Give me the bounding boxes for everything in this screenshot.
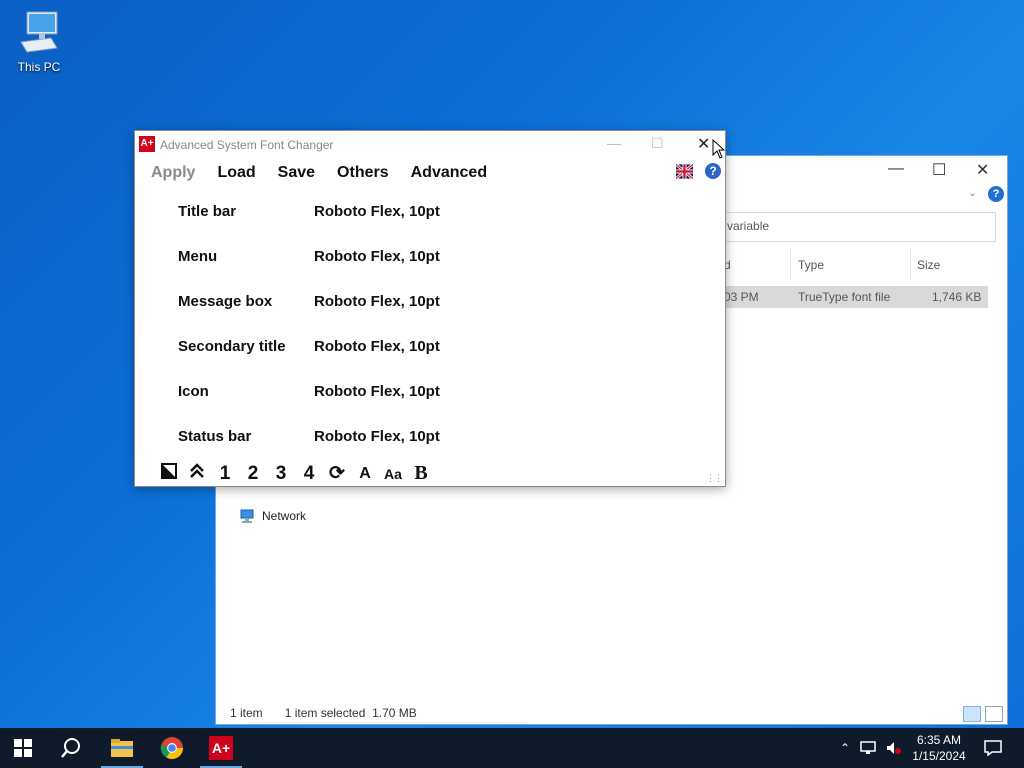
preset-4-button[interactable]: 4: [300, 463, 318, 485]
status-selection: 1 item selected 1.70 MB: [284, 706, 417, 720]
setting-label-icon[interactable]: Icon: [178, 383, 209, 400]
chevron-down-icon[interactable]: ⌄: [968, 186, 977, 199]
contrast-icon[interactable]: [160, 462, 178, 485]
desktop-icon-label: This PC: [17, 60, 61, 74]
menu-save[interactable]: Save: [278, 164, 315, 182]
title-bar[interactable]: A+ Advanced System Font Changer — ☐ ✕: [135, 131, 725, 159]
search-button[interactable]: [48, 728, 94, 768]
mouse-cursor-icon: [712, 139, 726, 159]
setting-label-secondary-title[interactable]: Secondary title: [178, 338, 286, 355]
menu-apply[interactable]: Apply: [151, 164, 195, 182]
setting-value-status-bar[interactable]: Roboto Flex, 10pt: [314, 428, 440, 445]
bottom-toolbar: 1 2 3 4 ⟳ A Aa B: [160, 462, 430, 485]
clock-time: 6:35 AM: [916, 733, 962, 747]
close-button[interactable]: ✕: [976, 160, 989, 180]
chrome-taskbar-button[interactable]: [149, 728, 195, 768]
view-buttons: [963, 706, 1003, 722]
folder-icon: [111, 739, 133, 757]
file-row[interactable]: 03 PM TrueType font file 1,746 KB: [716, 286, 988, 308]
setting-label-message-box[interactable]: Message box: [178, 293, 272, 310]
window-title: Advanced System Font Changer: [160, 138, 334, 152]
computer-icon: [17, 8, 61, 56]
preset-3-button[interactable]: 3: [272, 463, 290, 485]
setting-label-status-bar[interactable]: Status bar: [178, 428, 251, 445]
maximize-button[interactable]: ☐: [932, 160, 946, 180]
column-separator: [790, 250, 791, 278]
preset-2-button[interactable]: 2: [244, 463, 262, 485]
setting-value-message-box[interactable]: Roboto Flex, 10pt: [314, 293, 440, 310]
setting-value-secondary-title[interactable]: Roboto Flex, 10pt: [314, 338, 440, 355]
chrome-icon: [160, 737, 183, 759]
setting-value-menu[interactable]: Roboto Flex, 10pt: [314, 248, 440, 265]
font-changer-window[interactable]: A+ Advanced System Font Changer — ☐ ✕ Ap…: [134, 130, 726, 487]
uk-flag-icon[interactable]: [675, 163, 694, 180]
details-view-button[interactable]: [963, 706, 981, 722]
help-icon[interactable]: ?: [705, 163, 721, 179]
notification-icon: [984, 740, 1002, 756]
file-size: 1,746 KB: [932, 290, 982, 304]
network-icon: [240, 509, 254, 523]
clock-date: 1/15/2024: [912, 749, 966, 763]
status-bar: 1 item 1 item selected 1.70 MB: [230, 706, 417, 720]
column-type[interactable]: Type: [798, 258, 824, 272]
chevron-up-icon[interactable]: ⌃: [840, 741, 850, 755]
bold-button[interactable]: B: [412, 462, 430, 485]
maximize-button[interactable]: ☐: [651, 135, 664, 152]
this-pc-desktop-icon[interactable]: This PC: [10, 8, 68, 74]
double-chevron-up-icon[interactable]: [188, 462, 206, 485]
app-icon: A+: [139, 136, 155, 152]
column-size[interactable]: Size: [917, 258, 940, 272]
status-item-count: 1 item: [230, 706, 263, 720]
clock[interactable]: 6:35 AM 1/15/2024: [905, 732, 973, 764]
search-icon: [61, 738, 80, 758]
volume-muted-icon[interactable]: [886, 741, 902, 755]
windows-icon: [14, 739, 32, 757]
minimize-button[interactable]: —: [888, 160, 904, 178]
minimize-button[interactable]: —: [607, 135, 621, 151]
search-input[interactable]: n variable: [716, 212, 996, 242]
setting-label-title-bar[interactable]: Title bar: [178, 203, 236, 220]
menu-advanced[interactable]: Advanced: [411, 164, 487, 182]
font-changer-taskbar-button[interactable]: A+: [198, 728, 244, 768]
menu-load[interactable]: Load: [217, 164, 255, 182]
taskbar: A+ ⌃ 6:35 AM 1/15/2024: [0, 728, 1024, 768]
start-button[interactable]: [0, 728, 46, 768]
resize-grip[interactable]: ⋮⋮: [706, 473, 723, 484]
large-icons-view-button[interactable]: [985, 706, 1003, 722]
file-date: 03 PM: [724, 290, 759, 304]
help-icon[interactable]: ?: [988, 186, 1004, 202]
file-explorer-taskbar-button[interactable]: [99, 728, 145, 768]
setting-value-icon[interactable]: Roboto Flex, 10pt: [314, 383, 440, 400]
font-size-aa-button[interactable]: Aa: [384, 466, 402, 482]
font-changer-icon: A+: [209, 736, 233, 760]
setting-value-title-bar[interactable]: Roboto Flex, 10pt: [314, 203, 440, 220]
column-separator: [910, 250, 911, 278]
notification-center-button[interactable]: [970, 728, 1016, 768]
menu-bar: Apply Load Save Others Advanced: [151, 164, 487, 182]
system-tray: ⌃: [840, 728, 902, 768]
setting-label-menu[interactable]: Menu: [178, 248, 217, 265]
nav-item-network[interactable]: Network: [238, 508, 306, 524]
file-type: TrueType font file: [798, 290, 891, 304]
close-button[interactable]: ✕: [697, 134, 710, 154]
refresh-icon[interactable]: ⟳: [328, 462, 346, 485]
font-size-a-button[interactable]: A: [356, 465, 374, 483]
menu-others[interactable]: Others: [337, 164, 389, 182]
preset-1-button[interactable]: 1: [216, 463, 234, 485]
nav-label: Network: [262, 509, 307, 523]
network-status-icon[interactable]: [860, 741, 876, 755]
